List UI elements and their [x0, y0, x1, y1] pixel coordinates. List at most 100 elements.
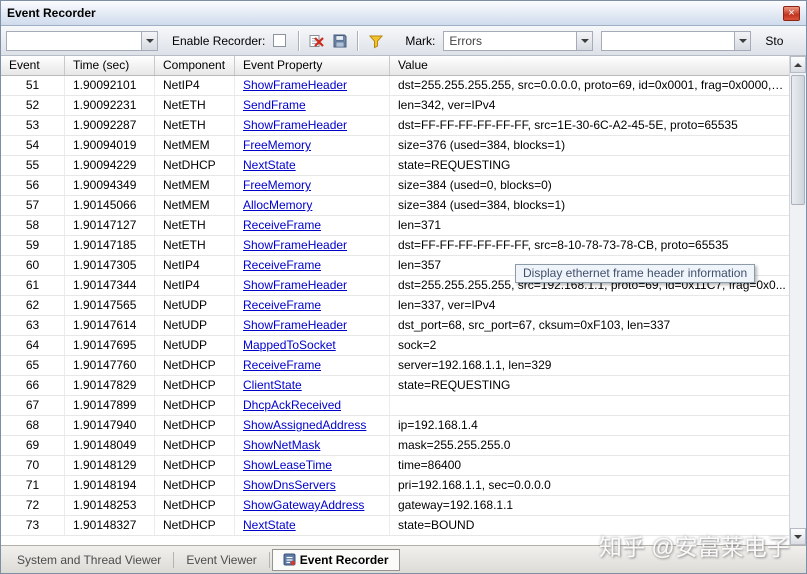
- event-property-link[interactable]: ReceiveFrame: [243, 218, 321, 232]
- event-property-link[interactable]: SendFrame: [243, 98, 306, 112]
- event-property-link[interactable]: ClientState: [243, 378, 302, 392]
- event-property-link[interactable]: DhcpAckReceived: [243, 398, 341, 412]
- table-row[interactable]: 57 1.90145066 NetMEM AllocMemory size=384 (u…: [1, 196, 806, 216]
- table-row[interactable]: 68 1.90147940 NetDHCP ShowAssignedAddress ip…: [1, 416, 806, 436]
- event-property-link[interactable]: AllocMemory: [243, 198, 312, 212]
- event-property-link[interactable]: NextState: [243, 158, 296, 172]
- mark-combobox[interactable]: Errors: [443, 30, 594, 51]
- event-property-cell: ShowLeaseTime: [235, 456, 390, 475]
- component-cell: NetDHCP: [155, 516, 235, 535]
- event-number-cell: 55: [1, 156, 65, 175]
- event-property-cell: AllocMemory: [235, 196, 390, 215]
- column-header-value[interactable]: Value: [390, 56, 806, 75]
- mark-label: Mark:: [405, 33, 436, 48]
- event-property-link[interactable]: ShowLeaseTime: [243, 458, 332, 472]
- event-property-cell: ReceiveFrame: [235, 256, 390, 275]
- filter-button[interactable]: [364, 30, 387, 52]
- event-property-link[interactable]: ShowFrameHeader: [243, 278, 347, 292]
- table-row[interactable]: 64 1.90147695 NetUDP MappedToSocket sock=2: [1, 336, 806, 356]
- event-property-link[interactable]: ShowGatewayAddress: [243, 498, 364, 512]
- event-property-cell: NextState: [235, 156, 390, 175]
- tab-system-and-thread-viewer[interactable]: System and Thread Viewer: [5, 548, 173, 572]
- event-property-cell: FreeMemory: [235, 136, 390, 155]
- column-header-event-property[interactable]: Event Property: [235, 56, 390, 75]
- value-cell: dst=FF-FF-FF-FF-FF-FF, src=1E-30-6C-A2-4…: [398, 118, 738, 132]
- component-cell: NetDHCP: [155, 416, 235, 435]
- event-property-link[interactable]: ShowFrameHeader: [243, 118, 347, 132]
- event-property-cell: ShowFrameHeader: [235, 316, 390, 335]
- table-body: 51 1.90092101 NetIP4 ShowFrameHeader dst=255…: [1, 76, 806, 536]
- event-property-link[interactable]: ReceiveFrame: [243, 358, 321, 372]
- event-number-cell: 73: [1, 516, 65, 535]
- chevron-down-icon[interactable]: [141, 31, 157, 50]
- event-property-link[interactable]: ShowDnsServers: [243, 478, 336, 492]
- table-row[interactable]: 59 1.90147185 NetETH ShowFrameHeader dst=FF-…: [1, 236, 806, 256]
- event-recorder-window: Event Recorder × Enable Recorder: Mark: …: [0, 0, 807, 574]
- event-property-cell: ReceiveFrame: [235, 356, 390, 375]
- table-row[interactable]: 62 1.90147565 NetUDP ReceiveFrame len=337, v…: [1, 296, 806, 316]
- event-property-cell: ReceiveFrame: [235, 296, 390, 315]
- event-property-link[interactable]: ShowAssignedAddress: [243, 418, 366, 432]
- table-row[interactable]: 54 1.90094019 NetMEM FreeMemory size=376 (us…: [1, 136, 806, 156]
- table-row[interactable]: 55 1.90094229 NetDHCP NextState state=REQUES…: [1, 156, 806, 176]
- save-button[interactable]: [328, 30, 351, 52]
- clear-events-button[interactable]: [305, 30, 328, 52]
- table-row[interactable]: 65 1.90147760 NetDHCP ReceiveFrame server=19…: [1, 356, 806, 376]
- event-number-cell: 66: [1, 376, 65, 395]
- vertical-scrollbar[interactable]: [789, 56, 806, 545]
- enable-recorder-checkbox[interactable]: [273, 34, 287, 47]
- title-bar: Event Recorder ×: [1, 1, 806, 26]
- table-row[interactable]: 69 1.90148049 NetDHCP ShowNetMask mask=255.2…: [1, 436, 806, 456]
- value-cell: state=BOUND: [398, 518, 475, 532]
- table-row[interactable]: 58 1.90147127 NetETH ReceiveFrame len=371: [1, 216, 806, 236]
- time-cell: 1.90147695: [65, 336, 155, 355]
- tooltip: Display ethernet frame header informatio…: [515, 264, 756, 283]
- table-row[interactable]: 67 1.90147899 NetDHCP DhcpAckReceived: [1, 396, 806, 416]
- save-icon: [333, 34, 347, 47]
- event-property-link[interactable]: ShowFrameHeader: [243, 318, 347, 332]
- scroll-up-icon[interactable]: [790, 56, 806, 73]
- table-row[interactable]: 63 1.90147614 NetUDP ShowFrameHeader dst_por…: [1, 316, 806, 336]
- event-property-link[interactable]: ReceiveFrame: [243, 298, 321, 312]
- event-property-link[interactable]: NextState: [243, 518, 296, 532]
- component-cell: NetETH: [155, 116, 235, 135]
- column-header-time[interactable]: Time (sec): [65, 56, 155, 75]
- tab-event-viewer[interactable]: Event Viewer: [174, 548, 268, 572]
- event-property-link[interactable]: ShowFrameHeader: [243, 238, 347, 252]
- column-header-event[interactable]: Event: [1, 56, 65, 75]
- stop-button[interactable]: Sto: [759, 31, 789, 51]
- event-number-cell: 69: [1, 436, 65, 455]
- event-property-cell: ShowFrameHeader: [235, 276, 390, 295]
- chevron-down-icon[interactable]: [576, 31, 593, 50]
- event-property-link[interactable]: ShowFrameHeader: [243, 78, 347, 92]
- time-cell: 1.90094349: [65, 176, 155, 195]
- chevron-down-icon[interactable]: [734, 31, 751, 50]
- time-cell: 1.90147614: [65, 316, 155, 335]
- table-row[interactable]: 51 1.90092101 NetIP4 ShowFrameHeader dst=255…: [1, 76, 806, 96]
- table-row[interactable]: 72 1.90148253 NetDHCP ShowGatewayAddress gat…: [1, 496, 806, 516]
- column-header-component[interactable]: Component: [155, 56, 235, 75]
- event-property-link[interactable]: MappedToSocket: [243, 338, 336, 352]
- event-property-link[interactable]: FreeMemory: [243, 178, 311, 192]
- event-property-link[interactable]: ShowNetMask: [243, 438, 320, 452]
- table-row[interactable]: 52 1.90092231 NetETH SendFrame len=342, ver=…: [1, 96, 806, 116]
- value-cell: pri=192.168.1.1, sec=0.0.0.0: [398, 478, 551, 492]
- table-row[interactable]: 71 1.90148194 NetDHCP ShowDnsServers pri=192…: [1, 476, 806, 496]
- component-cell: NetIP4: [155, 276, 235, 295]
- table-row[interactable]: 70 1.90148129 NetDHCP ShowLeaseTime time=864…: [1, 456, 806, 476]
- extra-filter-combobox[interactable]: [601, 30, 752, 51]
- time-cell: 1.90147829: [65, 376, 155, 395]
- table-row[interactable]: 56 1.90094349 NetMEM FreeMemory size=384 (us…: [1, 176, 806, 196]
- event-property-link[interactable]: FreeMemory: [243, 138, 311, 152]
- table-row[interactable]: 53 1.90092287 NetETH ShowFrameHeader dst=FF-…: [1, 116, 806, 136]
- close-icon[interactable]: ×: [783, 5, 800, 21]
- scroll-down-icon[interactable]: [790, 528, 806, 545]
- bottom-tab-bar: System and Thread Viewer Event Viewer Ev…: [1, 545, 806, 573]
- table-row[interactable]: 73 1.90148327 NetDHCP NextState state=BOUND: [1, 516, 806, 536]
- event-property-cell: ShowFrameHeader: [235, 116, 390, 135]
- recorder-filter-combobox[interactable]: [6, 30, 158, 51]
- scrollbar-thumb[interactable]: [791, 75, 805, 205]
- tab-event-recorder[interactable]: Event Recorder: [271, 548, 400, 571]
- event-property-link[interactable]: ReceiveFrame: [243, 258, 321, 272]
- table-row[interactable]: 66 1.90147829 NetDHCP ClientState state=REQU…: [1, 376, 806, 396]
